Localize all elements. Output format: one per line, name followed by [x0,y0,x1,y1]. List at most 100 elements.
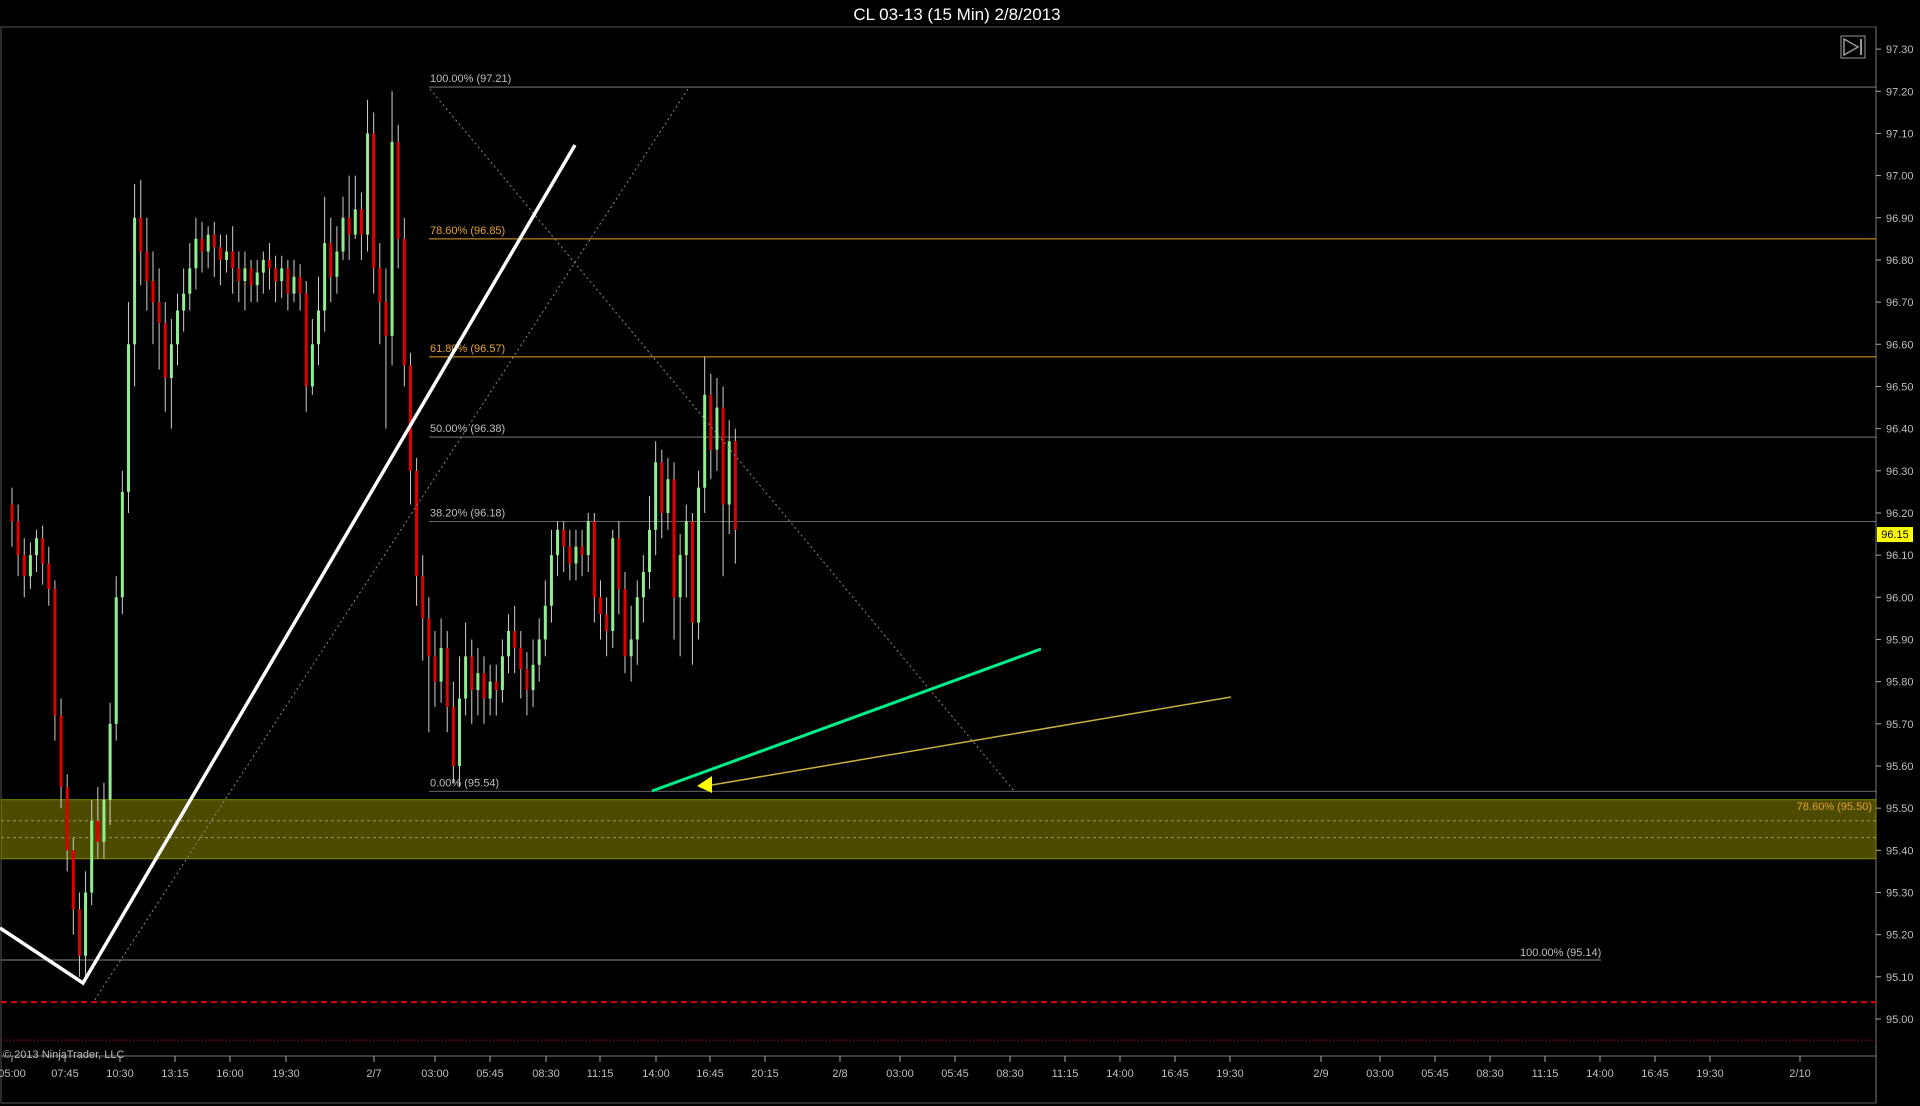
candle-body [390,141,394,336]
price-tick-label: 95.50 [1886,803,1914,815]
candle-body [678,555,682,598]
price-tick-label: 96.70 [1886,297,1914,309]
candle-body [721,407,725,505]
candle-body [402,238,406,366]
time-tick-label: 03:00 [886,1068,914,1080]
candle-body [525,668,529,691]
candle-body [396,141,400,239]
candle-body [672,479,676,598]
time-tick-label: 14:00 [642,1068,670,1080]
candle-body [28,555,32,577]
candle-body [574,546,578,564]
candle-body [341,217,345,252]
fib-extension-label: 100.00% (95.14) [1520,947,1601,959]
candle-body [562,529,566,547]
support-zone [0,799,1877,860]
price-tick-label: 97.30 [1886,44,1914,56]
candle-body [617,538,621,589]
time-tick-label: 11:15 [1532,1068,1559,1080]
candle-body [188,268,192,294]
yellow-trendline[interactable] [699,696,1232,788]
time-tick-label: 19:30 [1696,1068,1724,1080]
price-tick-label: 95.70 [1886,719,1914,731]
candle-body [145,251,149,282]
candle-body [556,529,560,556]
candle-body [41,538,45,564]
candle-body [470,656,474,691]
candle-body [329,243,333,277]
candle-body [16,521,20,556]
time-tick-label: 08:30 [1476,1068,1504,1080]
price-tick-label: 95.10 [1886,972,1914,984]
candle-body [703,394,707,488]
candle-body [267,259,271,269]
candle-body [182,293,186,311]
candle-body [139,217,143,252]
candle-body [433,656,437,682]
fib-level-label: 38.20% (96.18) [430,507,505,519]
candle-body [59,715,63,788]
candle-body [65,787,69,851]
candle-body [47,563,51,589]
candle-body [353,209,357,235]
candle-body [10,504,14,522]
time-tick-label: 08:30 [532,1068,560,1080]
price-tick-label: 96.80 [1886,255,1914,267]
candle-body [408,365,412,471]
candle-body [366,133,370,235]
candle-body [654,462,658,530]
candle-body [531,664,535,691]
time-tick-label: 20:15 [751,1068,779,1080]
candle-body [35,538,39,556]
candle-body [347,217,351,235]
candle-body [163,323,167,379]
candle-body [605,614,609,632]
candle-body [108,723,112,800]
scroll-to-end-icon[interactable] [1840,35,1866,59]
candle-body [292,276,296,294]
candle-body [709,394,713,450]
candle-body [598,597,602,615]
price-tick-label: 96.20 [1886,508,1914,520]
chart-window: CL 03-13 (15 Min) 2/8/2013 95.00 95.10 95.… [0,0,1920,1106]
price-tick-label: 96.90 [1886,213,1914,225]
fib-level-label: 0.00% (95.54) [430,777,499,789]
candle-body [255,272,259,286]
time-tick-label: 19:30 [272,1068,300,1080]
candle-body [592,521,596,598]
candle-body [176,310,180,345]
green-trendline[interactable] [651,647,1042,793]
fibonacci-retracement: 100.00% (97.21) 78.60% (96.85) 61.80% (96.… [1,73,1876,1041]
price-tick-label: 96.60 [1886,339,1914,351]
price-tick-label: 95.20 [1886,930,1914,942]
time-tick-label: 13:15 [161,1068,189,1080]
price-tick-label: 97.10 [1886,128,1914,140]
price-tick-label: 95.00 [1886,1014,1914,1026]
candle-body [445,647,449,707]
time-tick-label: 2/8 [832,1068,847,1080]
price-tick-label: 96.40 [1886,424,1914,436]
price-tick-label: 96.10 [1886,550,1914,562]
price-tick-label: 97.00 [1886,171,1914,183]
chart-canvas[interactable]: CL 03-13 (15 Min) 2/8/2013 95.00 95.10 95.… [0,0,1920,1106]
candle-body [464,656,468,699]
candle-body [317,310,320,345]
candle-body [90,820,94,893]
chart-title: CL 03-13 (15 Min) 2/8/2013 [853,5,1060,24]
candle-body [126,344,130,492]
candle-body [500,656,504,691]
yellow-arrow-icon[interactable] [697,776,712,793]
time-tick-label: 16:45 [1161,1068,1189,1080]
time-tick-label: 05:45 [476,1068,504,1080]
candle-body [120,491,124,598]
price-tick-label: 96.00 [1886,592,1914,604]
time-tick-label: 05:45 [941,1068,969,1080]
time-tick-label: 2/7 [366,1068,381,1080]
candle-body [697,487,701,623]
candle-body [298,276,302,294]
candle-body [427,618,431,657]
price-tick-label: 95.40 [1886,845,1914,857]
time-tick-label: 03:00 [1366,1068,1394,1080]
candle-body [568,546,572,564]
candle-body [169,344,173,379]
